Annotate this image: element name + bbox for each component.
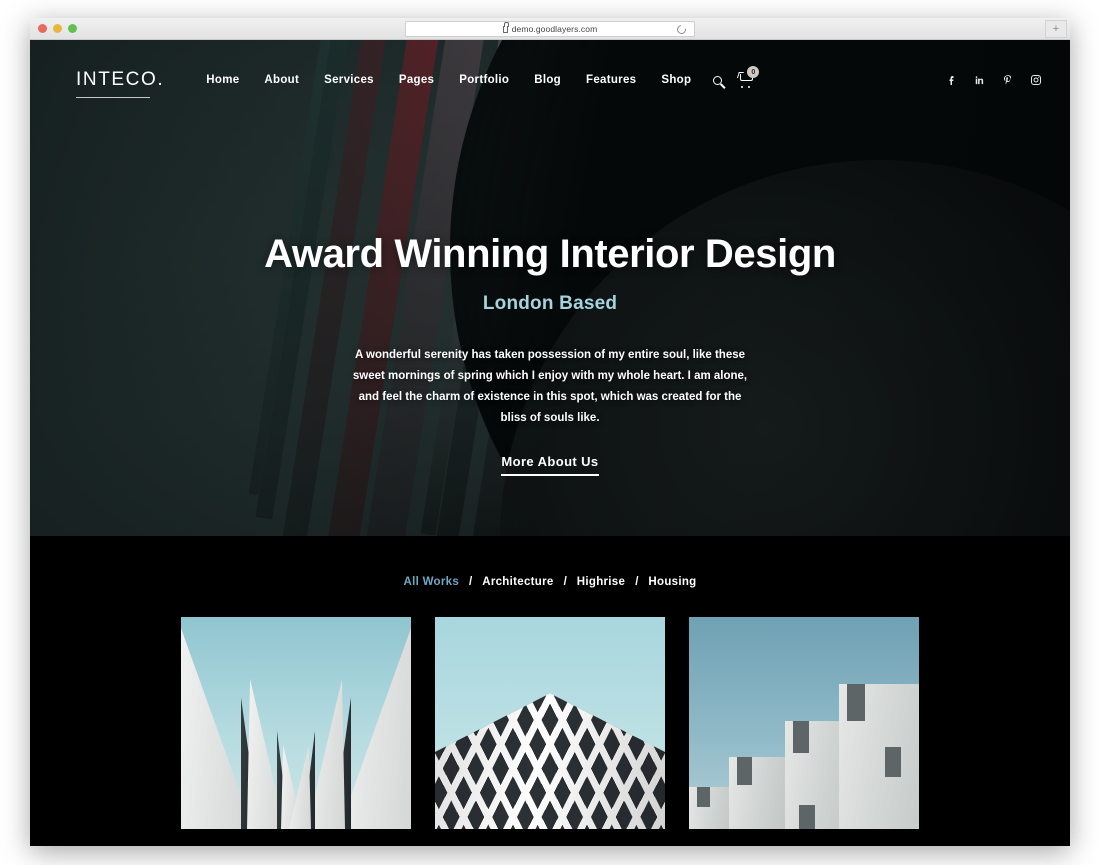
nav-item-blog[interactable]: Blog: [534, 74, 561, 86]
filter-housing[interactable]: Housing: [648, 576, 696, 588]
logo-underline: [76, 97, 150, 98]
more-about-us-link[interactable]: More About Us: [501, 454, 599, 477]
portfolio-item-stepped-concrete[interactable]: [689, 617, 919, 829]
hero-paragraph: A wonderful serenity has taken possessio…: [352, 348, 748, 424]
site-logo[interactable]: INTECO.: [76, 69, 165, 98]
logo-text: INTECO.: [76, 69, 165, 90]
address-bar[interactable]: demo.goodlayers.com: [405, 21, 695, 37]
minimize-window-button[interactable]: [53, 24, 62, 33]
hero-section: INTECO. Home About Services Pages Portfo…: [30, 40, 1070, 536]
browser-window: demo.goodlayers.com + INTECO. Home About…: [30, 18, 1070, 846]
nav-item-home[interactable]: Home: [206, 74, 239, 86]
hero-subtitle: London Based: [482, 292, 618, 314]
nav-item-about[interactable]: About: [264, 74, 299, 86]
hero-title: Award Winning Interior Design: [264, 232, 836, 276]
site-header: INTECO. Home About Services Pages Portfo…: [30, 40, 1070, 120]
portfolio-item-diamond-lattice[interactable]: [435, 617, 665, 829]
portfolio-grid: [30, 617, 1070, 829]
instagram-icon[interactable]: [1030, 74, 1042, 86]
hero-content: Award Winning Interior Design London Bas…: [30, 232, 1070, 477]
portfolio-section: All Works / Architecture / Highrise / Ho…: [30, 536, 1070, 846]
search-icon[interactable]: [713, 75, 723, 85]
url-text: demo.goodlayers.com: [511, 24, 598, 34]
nav-item-pages[interactable]: Pages: [399, 74, 434, 86]
filter-all-works[interactable]: All Works: [403, 576, 459, 588]
nav-item-features[interactable]: Features: [586, 74, 636, 86]
main-navigation: Home About Services Pages Portfolio Blog…: [206, 74, 691, 86]
header-tools: 0: [713, 66, 760, 88]
lock-icon: [502, 22, 510, 33]
nav-item-portfolio[interactable]: Portfolio: [459, 74, 509, 86]
reload-icon[interactable]: [675, 23, 688, 36]
zoom-window-button[interactable]: [68, 24, 77, 33]
social-links: [946, 74, 1052, 86]
facebook-icon[interactable]: [946, 74, 958, 86]
shopping-cart-icon[interactable]: 0: [738, 66, 760, 88]
page-viewport: INTECO. Home About Services Pages Portfo…: [30, 40, 1070, 846]
nav-item-shop[interactable]: Shop: [661, 74, 691, 86]
filter-separator: /: [635, 576, 639, 588]
browser-chrome-bar: demo.goodlayers.com +: [30, 18, 1070, 40]
filter-highrise[interactable]: Highrise: [577, 576, 625, 588]
close-window-button[interactable]: [38, 24, 47, 33]
filter-separator: /: [563, 576, 567, 588]
portfolio-filter-bar: All Works / Architecture / Highrise / Ho…: [30, 536, 1070, 588]
filter-separator: /: [469, 576, 473, 588]
stepped-concrete-blocks-photo: [689, 617, 919, 829]
nav-item-services[interactable]: Services: [324, 74, 374, 86]
cart-count-badge: 0: [747, 66, 760, 78]
new-tab-button[interactable]: +: [1045, 20, 1067, 38]
filter-architecture[interactable]: Architecture: [482, 576, 553, 588]
pinterest-icon[interactable]: [1002, 74, 1014, 86]
linkedin-icon[interactable]: [974, 74, 986, 86]
window-controls[interactable]: [38, 24, 77, 33]
concrete-wedges-photo: [181, 617, 411, 829]
portfolio-item-concrete-wedges[interactable]: [181, 617, 411, 829]
diamond-lattice-facade-photo: [435, 617, 665, 829]
